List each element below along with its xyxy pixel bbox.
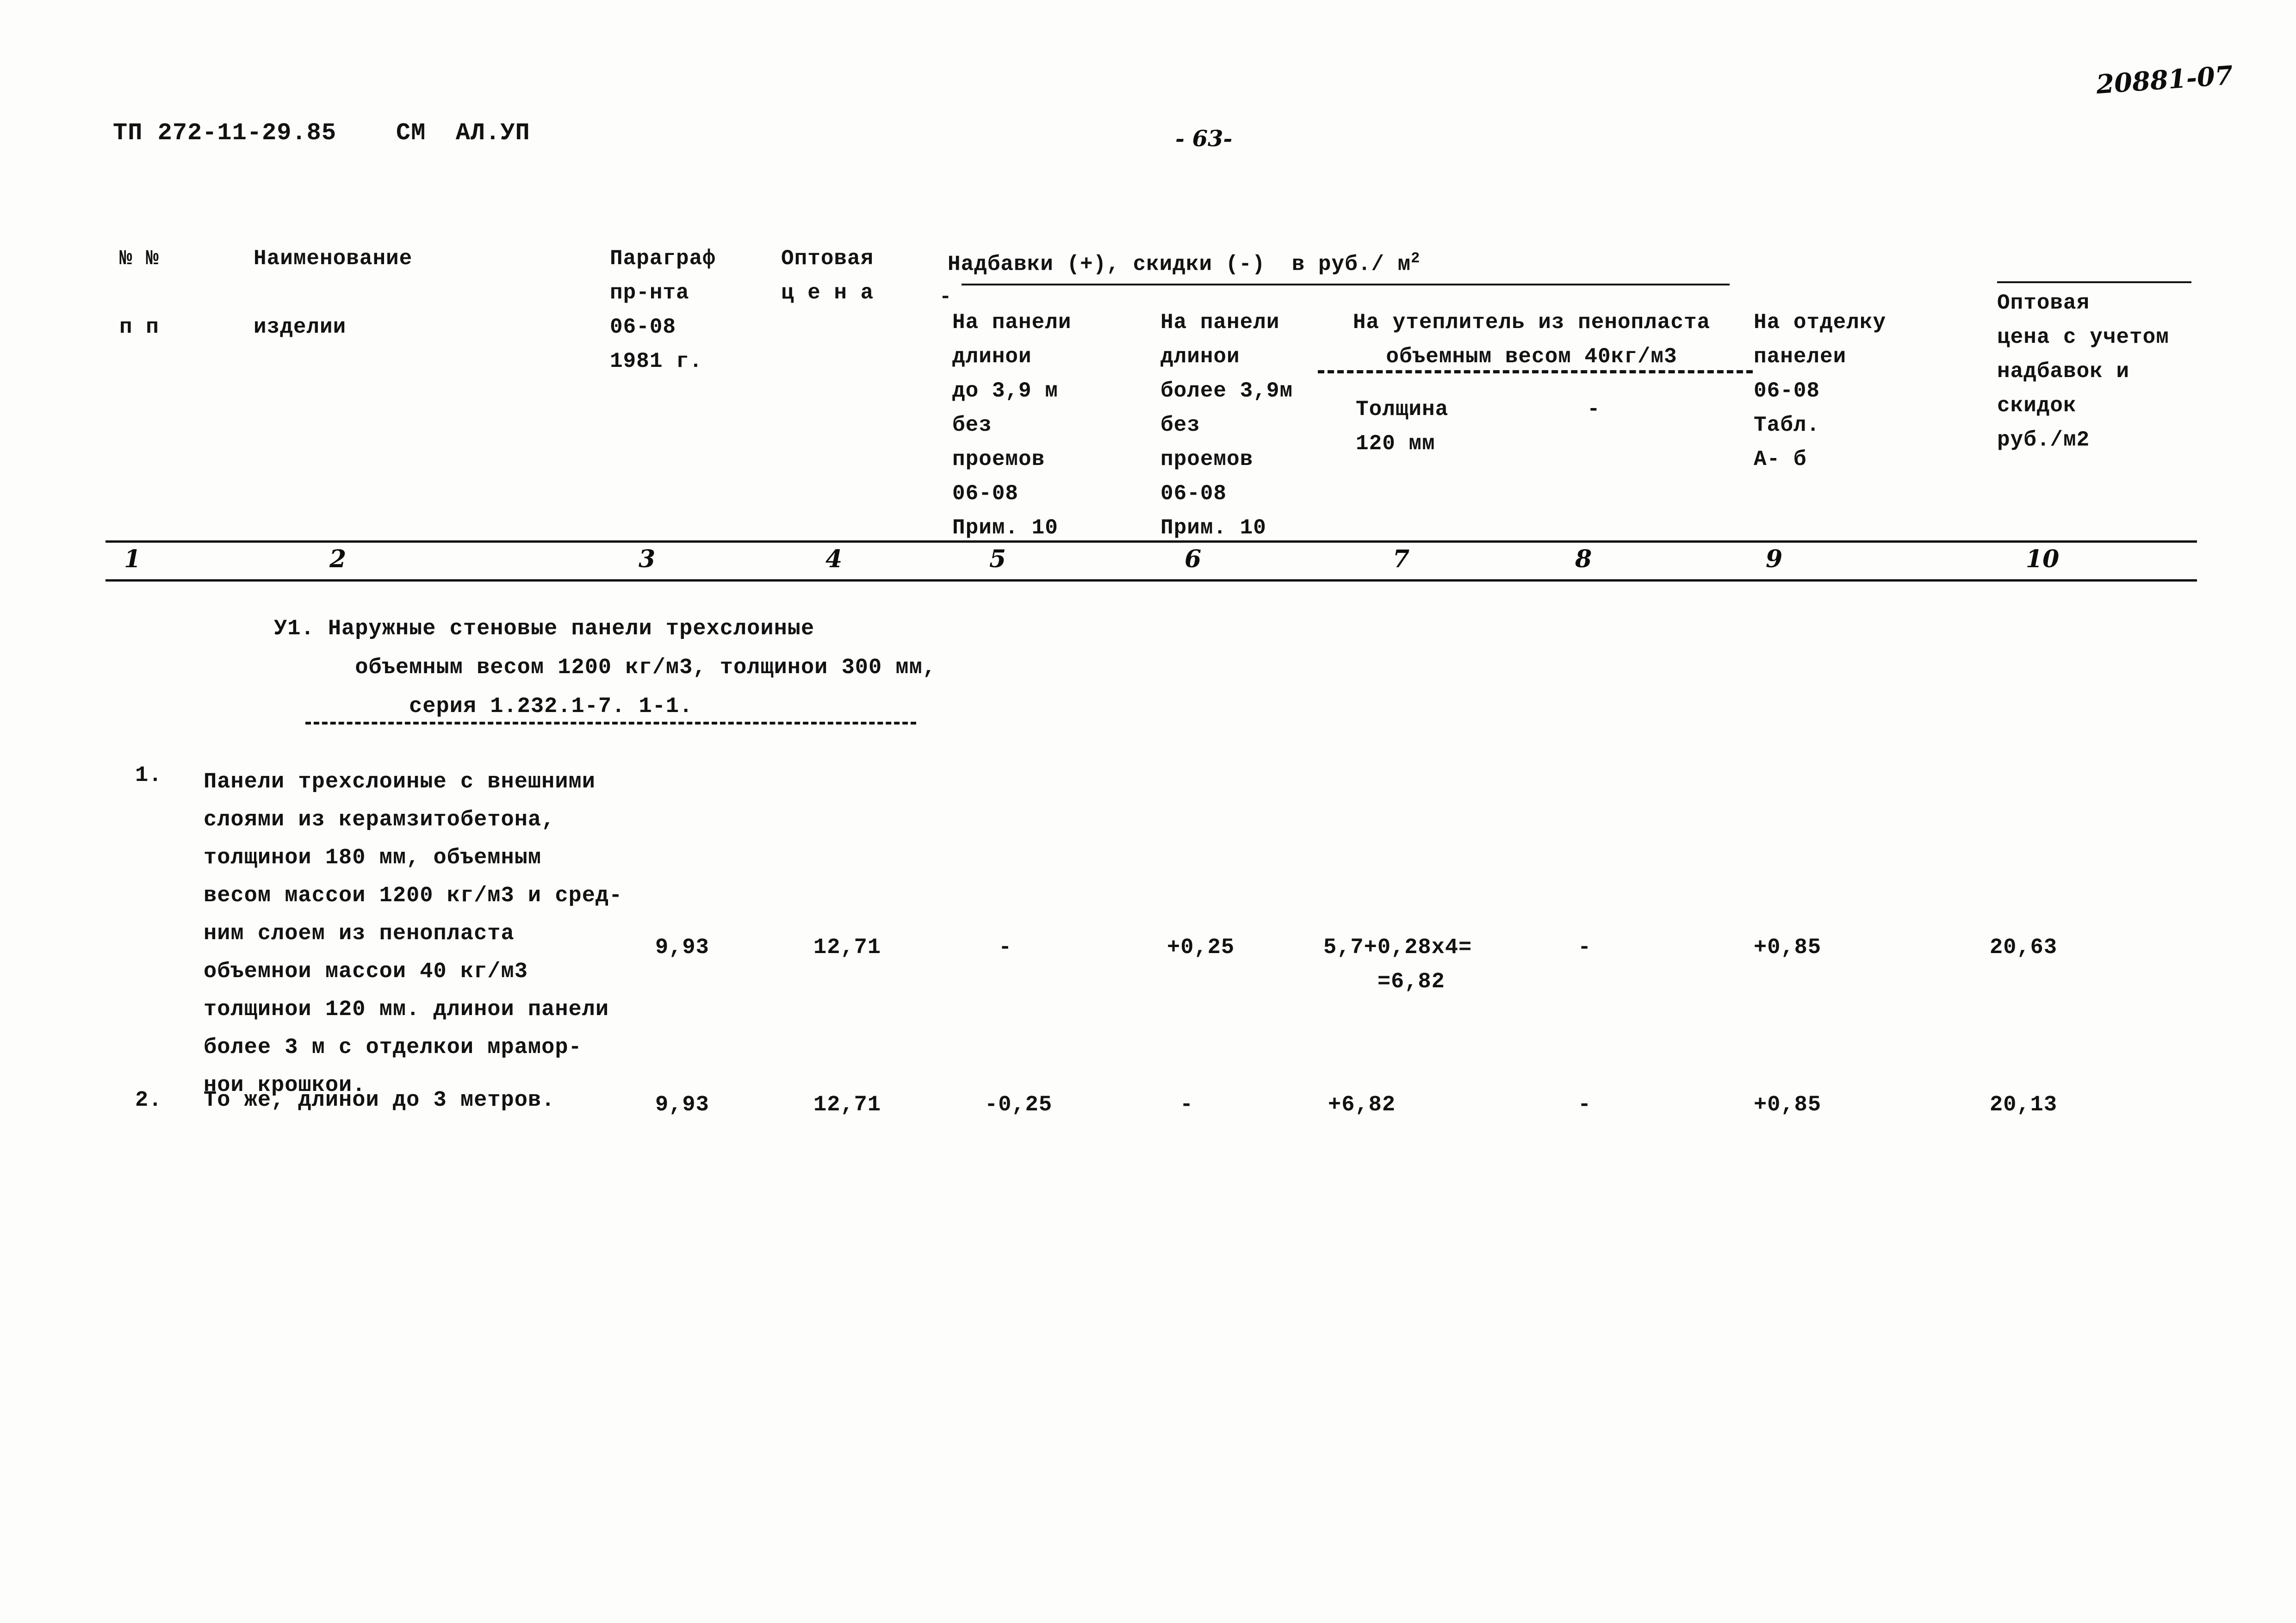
column-number-5: 5 <box>989 545 1006 573</box>
table-row-2-col-7: +6,82 <box>1328 1093 1396 1117</box>
table-row-2-col-5: -0,25 <box>985 1093 1053 1117</box>
header-col-10-rule <box>1997 281 2191 283</box>
table-row-1-col-7: 5,7+0,28х4= =6,82 <box>1323 935 1472 994</box>
header-col-3-paragraph: Параграф пр-нта 06-08 1981 г. <box>610 247 716 373</box>
column-number-rule-top <box>105 540 2197 543</box>
column-number-8: 8 <box>1575 545 1592 573</box>
table-row-1-index: 1. <box>135 763 162 788</box>
document-code: ТП 272-11-29.85 СМ АЛ.УП <box>113 119 530 147</box>
header-group-insulation: На утеплитель из пенопласта объемным вес… <box>1353 310 1711 369</box>
column-number-1: 1 <box>124 545 141 573</box>
header-col-4-wholesale-price: Оптовая ц е н а <box>781 247 874 305</box>
header-col-10-final-price: Оптовая цена с учетом надбавок и скидок … <box>1997 291 2169 452</box>
section-title-dashed-rule <box>305 722 916 725</box>
page-number: - 63- <box>1175 126 1233 152</box>
header-group-surcharges-superscript: 2 <box>1411 250 1421 267</box>
table-row-2-description: То же, длинои до 3 метров. <box>204 1088 555 1113</box>
table-row-2-index: 2. <box>135 1088 162 1113</box>
table-row-1-col-6: +0,25 <box>1167 935 1235 960</box>
header-col-5-panels-short: На панели длинои до 3,9 м без проемов 06… <box>952 310 1072 540</box>
table-row-2-col-8: - <box>1578 1093 1592 1117</box>
header-col-9-finishing: На отделку панелеи 06-08 Табл. А- б <box>1754 310 1886 471</box>
header-group-surcharges-text: Надбавки (+), скидки (-) в руб./ м <box>948 252 1411 277</box>
section-title: У1. Наружные стеновые панели трехслоиные… <box>274 617 937 719</box>
table-row-2-col-9: +0,85 <box>1754 1093 1822 1117</box>
column-number-3: 3 <box>639 545 656 573</box>
header-col-6-panels-long: На панели длинои более 3,9м без проемов … <box>1160 310 1293 540</box>
header-col-7-thickness: Толщина 120 мм <box>1356 397 1449 456</box>
document-page: ТП 272-11-29.85 СМ АЛ.УП - 63- 20881-07 … <box>0 0 2296 1623</box>
column-number-10: 10 <box>2026 545 2060 573</box>
header-col-8-dash: - <box>1587 397 1601 421</box>
header-group-insulation-dashed-rule <box>1318 370 1753 373</box>
column-number-rule-bottom <box>105 579 2197 582</box>
table-row-1-col-4: 12,71 <box>813 935 881 960</box>
header-group-surcharges-rule <box>962 284 1730 285</box>
header-group-dash-mark: - <box>939 285 952 309</box>
table-row-2-col-6: - <box>1180 1093 1194 1117</box>
table-row-1-description: Панели трехслоиные с внешними слоями из … <box>204 770 623 1098</box>
header-group-surcharges: Надбавки (+), скидки (-) в руб./ м2 <box>948 242 1420 281</box>
header-col-2-name: Наименование изделии <box>254 247 413 339</box>
table-row-1-col-8: - <box>1578 935 1592 960</box>
column-number-9: 9 <box>1766 545 1783 573</box>
table-row-1-col-3: 9,93 <box>655 935 709 960</box>
column-number-4: 4 <box>825 545 843 573</box>
table-row-2-col-10: 20,13 <box>1990 1093 2058 1117</box>
table-row-1-col-10: 20,63 <box>1990 935 2058 960</box>
table-row-1-col-9: +0,85 <box>1754 935 1822 960</box>
header-col-1-number: № № п п <box>119 247 159 339</box>
table-row-1-col-5: - <box>999 935 1012 960</box>
column-number-7: 7 <box>1393 545 1410 573</box>
column-number-6: 6 <box>1185 545 1202 573</box>
archive-code: 20881-07 <box>2095 60 2234 100</box>
column-number-2: 2 <box>329 545 347 573</box>
table-row-2-col-3: 9,93 <box>655 1093 709 1117</box>
table-row-2-col-4: 12,71 <box>813 1093 881 1117</box>
